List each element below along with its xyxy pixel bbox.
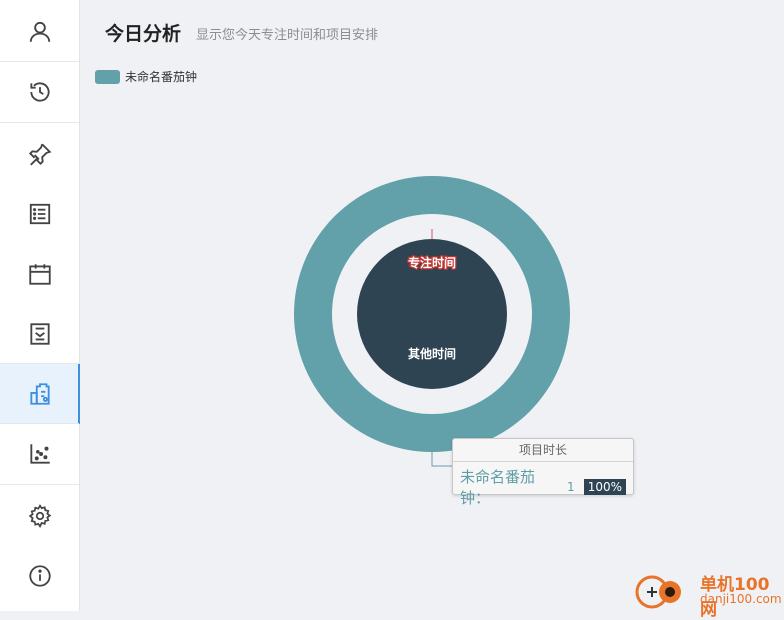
- nav-info[interactable]: [0, 546, 79, 606]
- inner-label-other: 其他时间: [408, 346, 456, 361]
- history-clock-icon: [29, 82, 50, 102]
- project-analysis-icon: [29, 383, 50, 405]
- chart-tooltip: 项目时长 未命名番茄钟： 1 100%: [452, 438, 634, 507]
- main-content: 今日分析 显示您今天专注时间和项目安排 未命名番茄钟 专注时间 其他时间 项目时…: [80, 0, 784, 611]
- report-icon: [29, 323, 50, 345]
- nav-user[interactable]: [0, 2, 79, 62]
- nav-calendar[interactable]: [0, 244, 79, 304]
- watermark-logo-icon: [635, 575, 681, 609]
- sidebar-divider: [0, 484, 79, 485]
- list-icon: [29, 203, 50, 225]
- label-line-tooltip: [431, 452, 452, 467]
- nav-report[interactable]: [0, 304, 79, 364]
- nav-settings[interactable]: [0, 486, 79, 546]
- pie-chart: 专注时间 其他时间: [294, 176, 570, 467]
- tooltip-value: 1: [567, 480, 575, 494]
- pin-icon: [28, 143, 51, 166]
- scatter-chart-icon: [29, 444, 50, 464]
- inner-label-focus: 专注时间: [408, 255, 456, 270]
- sidebar: [0, 0, 80, 611]
- nav-list[interactable]: [0, 184, 79, 244]
- tooltip-name: 未命名番茄钟：: [460, 468, 536, 507]
- user-icon: [29, 21, 50, 42]
- nav-scatter-chart[interactable]: [0, 424, 79, 484]
- sidebar-divider: [0, 122, 79, 123]
- tooltip-row: 未命名番茄钟： 1 100%: [453, 462, 633, 512]
- calendar-icon: [28, 264, 51, 285]
- info-icon: [28, 565, 51, 587]
- tooltip-title: 项目时长: [453, 439, 633, 462]
- nav-history[interactable]: [0, 62, 79, 122]
- watermark-url: danji100.com: [700, 592, 782, 606]
- settings-gear-icon: [28, 504, 51, 528]
- nav-pin[interactable]: [0, 124, 79, 184]
- tooltip-percent: 100%: [583, 479, 626, 495]
- watermark: 单机100网 danji100.com: [634, 570, 784, 620]
- nav-project-analysis[interactable]: [0, 364, 80, 424]
